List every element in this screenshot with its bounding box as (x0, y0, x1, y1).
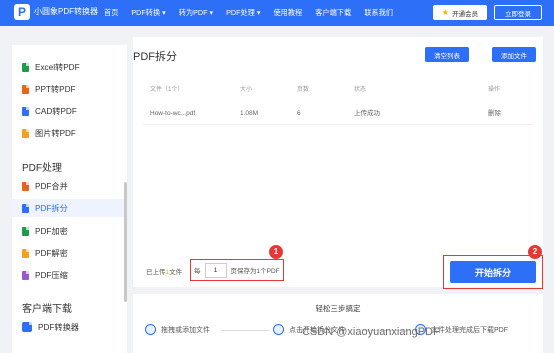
start-split-button[interactable]: 开始拆分 (450, 261, 536, 283)
compress-file-icon (22, 270, 29, 280)
pages-per-file-input[interactable]: 1 (204, 262, 227, 278)
nav-tutorial[interactable]: 使用教程 (273, 0, 302, 26)
nav-pdf-convert[interactable]: PDF转换 ▾ (131, 0, 165, 26)
three-steps-panel: 轻松三步搞定 拖拽或添加文件 点击开始拆分文件 文件处理完成后下载PDF (133, 294, 543, 353)
logo[interactable]: P 小圆象PDF转换器 (14, 4, 98, 20)
main-panel: PDF拆分 清空列表 添加文件 文件（1个） 大小 页数 状态 操作 How-t… (133, 37, 543, 289)
table-row: How-to-wc...pdf 1.08M 6 上传成功 删除 (143, 103, 533, 125)
sidebar-item-ppt-to-pdf[interactable]: PPT转PDF (22, 83, 76, 95)
annotation-badge-1: 1 (269, 245, 283, 259)
encrypt-file-icon (22, 226, 29, 236)
image-file-icon (22, 128, 29, 138)
vip-button[interactable]: ★ 开通会员 (433, 5, 487, 20)
ppt-file-icon (22, 84, 29, 94)
clear-list-button[interactable]: 清空列表 (425, 47, 469, 62)
sidebar-item-label: PDF解密 (35, 249, 68, 258)
app-logo-icon (22, 322, 32, 332)
step-label: 文件处理完成后下载PDF (431, 326, 508, 334)
sidebar-item-pdf-encrypt[interactable]: PDF加密 (22, 225, 68, 237)
step-divider (221, 330, 269, 331)
nav-home[interactable]: 首页 (104, 0, 118, 26)
sidebar-item-excel-to-pdf[interactable]: Excel转PDF (22, 61, 80, 73)
logo-icon: P (14, 4, 30, 20)
start-split-highlight: 开始拆分 (443, 255, 543, 289)
sidebar-item-cad-to-pdf[interactable]: CAD转PDF (22, 105, 77, 117)
per-prefix: 每 (194, 268, 201, 275)
delete-link[interactable]: 删除 (488, 103, 501, 125)
vip-label: 开通会员 (452, 10, 479, 18)
column-size: 大小 (240, 87, 253, 93)
steps-title: 轻松三步搞定 (315, 304, 361, 313)
file-size: 1.08M (240, 110, 259, 117)
sidebar-item-pdf-converter[interactable]: PDF转换器 (22, 321, 79, 333)
split-icon (273, 324, 284, 335)
sidebar-item-pdf-decrypt[interactable]: PDF解密 (22, 247, 68, 259)
sidebar: Excel转PDF PPT转PDF CAD转PDF 图片转PDF PDF处理 P… (12, 45, 127, 353)
sidebar-item-pdf-compress[interactable]: PDF压缩 (22, 269, 68, 281)
sidebar-item-label: PDF转换器 (38, 323, 79, 332)
step-label: 拖拽或添加文件 (161, 326, 210, 334)
sidebar-item-label: PDF拆分 (35, 204, 68, 213)
column-pages: 页数 (297, 87, 310, 93)
per-suffix: 页保存为1个PDF (230, 268, 280, 275)
nav-client-download[interactable]: 客户端下载 (315, 0, 351, 26)
sidebar-heading-client-download: 客户端下载 (22, 304, 72, 315)
sidebar-item-pdf-merge[interactable]: PDF合并 (22, 180, 68, 192)
sidebar-item-pdf-split[interactable]: PDF拆分 (12, 199, 124, 217)
top-nav-bar: P 小圆象PDF转换器 首页 PDF转换 ▾ 转为PDF ▾ PDF处理 ▾ 使… (0, 0, 554, 26)
sidebar-item-label: 图片转PDF (35, 129, 76, 138)
file-name: How-to-wc...pdf (150, 110, 196, 117)
sidebar-item-image-to-pdf[interactable]: 图片转PDF (22, 127, 76, 139)
step-1: 拖拽或添加文件 (145, 324, 210, 335)
sidebar-item-label: PDF合并 (35, 182, 68, 191)
column-action: 操作 (488, 87, 501, 93)
upload-icon (145, 324, 156, 335)
upload-prefix: 已上传 (146, 269, 166, 276)
file-table-header: 文件（1个） 大小 页数 状态 操作 (143, 85, 533, 95)
pages-per-file-box: 每 1 页保存为1个PDF (190, 259, 284, 281)
excel-file-icon (22, 62, 29, 72)
sidebar-scrollbar[interactable] (124, 182, 127, 302)
watermark: CSDN @xiaoyuanxiangPDF (302, 326, 440, 338)
main-nav: 首页 PDF转换 ▾ 转为PDF ▾ PDF处理 ▾ 使用教程 客户端下载 联系… (104, 0, 406, 26)
split-options-bar: 已上传1文件 每 1 页保存为1个PDF 1 开始拆分 2 (133, 245, 543, 289)
upload-info: 已上传1文件 (146, 266, 182, 276)
nav-contact[interactable]: 联系我们 (364, 0, 393, 26)
sidebar-item-label: Excel转PDF (35, 63, 80, 72)
merge-file-icon (22, 181, 29, 191)
sidebar-item-label: PDF压缩 (35, 271, 68, 280)
sidebar-heading-pdf-process: PDF处理 (22, 163, 62, 174)
star-icon: ★ (441, 8, 450, 17)
cad-file-icon (22, 106, 29, 116)
nav-pdf-process[interactable]: PDF处理 ▾ (226, 0, 260, 26)
page-title: PDF拆分 (133, 51, 177, 63)
file-status: 上传成功 (354, 110, 380, 117)
nav-to-pdf[interactable]: 转为PDF ▾ (179, 0, 213, 26)
add-file-button[interactable]: 添加文件 (492, 47, 536, 62)
annotation-badge-2: 2 (528, 245, 542, 259)
column-file: 文件（1个） (150, 87, 184, 93)
split-file-icon (22, 203, 29, 213)
column-status: 状态 (354, 87, 367, 93)
upload-suffix: 文件 (169, 269, 183, 276)
sidebar-item-label: PDF加密 (35, 227, 68, 236)
sidebar-item-label: CAD转PDF (35, 107, 77, 116)
app-name: 小圆象PDF转换器 (34, 7, 98, 16)
login-button[interactable]: 立即登录 (494, 5, 542, 20)
decrypt-file-icon (22, 248, 29, 258)
file-pages: 6 (297, 110, 301, 117)
sidebar-item-label: PPT转PDF (35, 85, 76, 94)
